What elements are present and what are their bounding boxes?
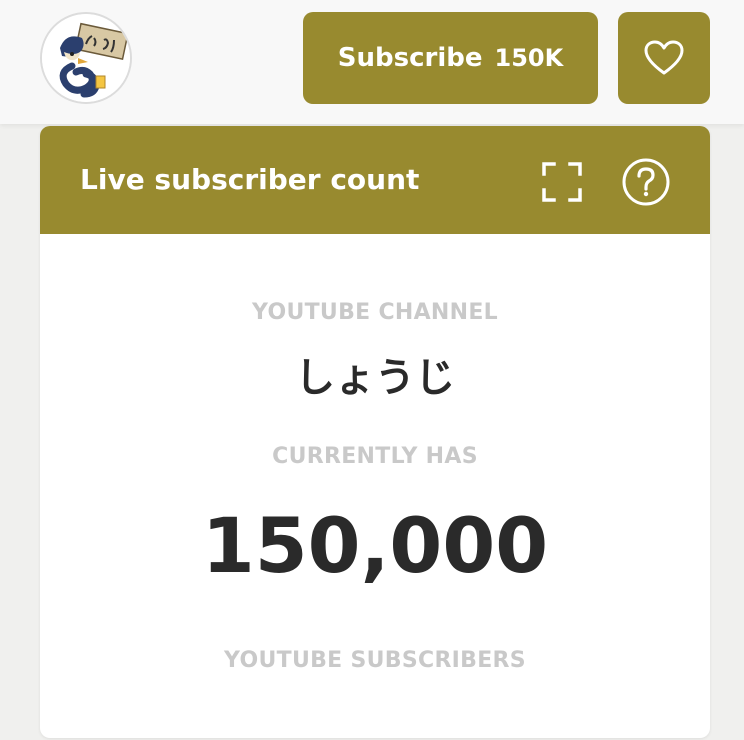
channel-label: YOUTUBE CHANNEL <box>252 300 498 325</box>
currently-has-label: CURRENTLY HAS <box>272 444 478 469</box>
subscribe-button[interactable]: Subscribe 150K <box>303 12 598 104</box>
help-circle-icon <box>622 158 670 206</box>
heart-icon <box>644 40 684 75</box>
help-button[interactable] <box>620 156 672 208</box>
subscriber-count: 150,000 <box>201 501 549 590</box>
top-bar: Subscribe 150K <box>0 0 744 124</box>
channel-name: しょうじ <box>295 355 455 401</box>
subscribe-count: 150K <box>494 44 564 72</box>
channel-avatar[interactable] <box>40 12 132 104</box>
card-body: YOUTUBE CHANNEL しょうじ CURRENTLY HAS 150,0… <box>40 234 710 738</box>
fullscreen-button[interactable] <box>538 158 586 206</box>
subscribe-label: Subscribe <box>337 43 483 73</box>
card-header: Live subscriber count <box>40 126 710 234</box>
subscribers-label: YOUTUBE SUBSCRIBERS <box>224 648 526 673</box>
subscriber-count-card: Live subscriber count YOUTUBE CHANNEL しょ… <box>40 126 710 738</box>
fullscreen-icon <box>542 162 582 202</box>
avatar-illustration <box>42 14 130 102</box>
favorite-button[interactable] <box>618 12 710 104</box>
card-title: Live subscriber count <box>80 163 420 196</box>
